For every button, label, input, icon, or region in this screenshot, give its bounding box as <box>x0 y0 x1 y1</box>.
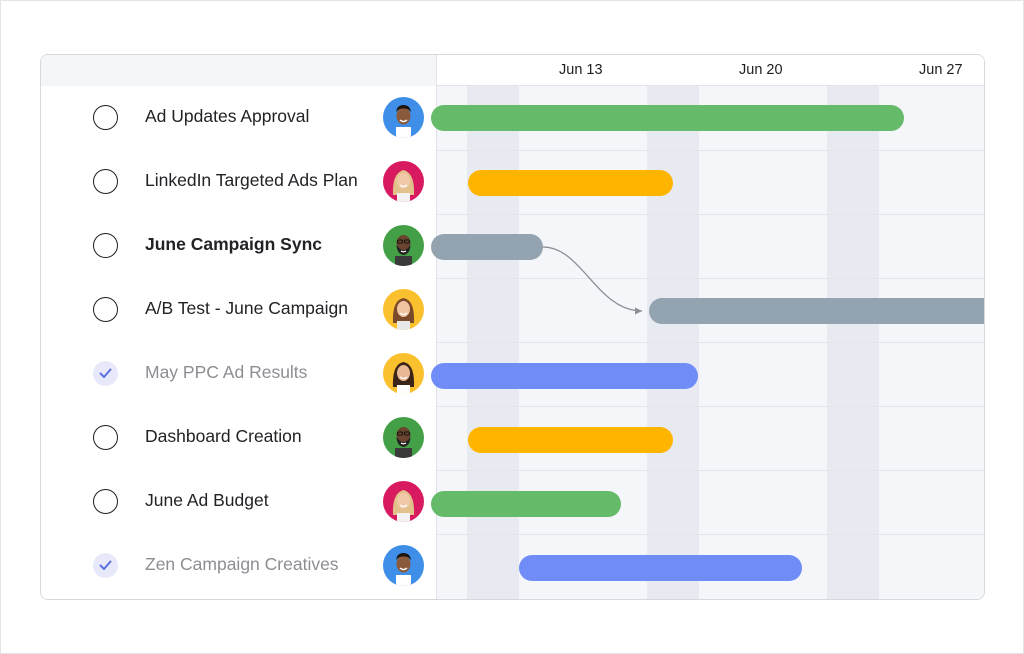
task-row[interactable]: Ad Updates Approval <box>41 86 436 150</box>
task-row[interactable]: June Campaign Sync <box>41 214 436 278</box>
task-row[interactable]: June Ad Budget <box>41 470 436 534</box>
task-list-pane: Ad Updates Approval LinkedIn Targeted Ad… <box>41 55 436 599</box>
avatar-man-bearded-icon <box>383 417 424 458</box>
assignee-avatar[interactable] <box>383 289 424 330</box>
checkmark-icon <box>99 560 112 570</box>
task-list-header <box>41 55 436 86</box>
task-checkbox[interactable] <box>93 105 118 130</box>
avatar-woman-blonde-icon <box>383 481 424 522</box>
task-name[interactable]: June Campaign Sync <box>145 234 322 255</box>
assignee-avatar[interactable] <box>383 225 424 266</box>
task-name[interactable]: Dashboard Creation <box>145 426 302 447</box>
assignee-avatar[interactable] <box>383 545 424 586</box>
task-checkbox-checked[interactable] <box>93 361 118 386</box>
task-name[interactable]: June Ad Budget <box>145 490 269 511</box>
task-row[interactable]: Zen Campaign Creatives <box>41 534 436 598</box>
timeline-pane: Jun 13 Jun 20 Jun 27 <box>431 55 985 599</box>
task-name[interactable]: Ad Updates Approval <box>145 106 309 127</box>
arrowhead-icon <box>635 307 642 315</box>
task-row[interactable]: LinkedIn Targeted Ads Plan <box>41 150 436 214</box>
task-row[interactable]: Dashboard Creation <box>41 406 436 470</box>
avatar-man-bearded-icon <box>383 225 424 266</box>
gantt-card: Ad Updates Approval LinkedIn Targeted Ad… <box>40 54 985 600</box>
avatar-man-dark-hair-icon <box>383 545 424 586</box>
task-row[interactable]: May PPC Ad Results <box>41 342 436 406</box>
checkmark-icon <box>99 368 112 378</box>
task-name[interactable]: Zen Campaign Creatives <box>145 554 339 575</box>
task-name[interactable]: May PPC Ad Results <box>145 362 307 383</box>
avatar-man-dark-hair-icon <box>383 97 424 138</box>
assignee-avatar[interactable] <box>383 97 424 138</box>
assignee-avatar[interactable] <box>383 161 424 202</box>
avatar-woman-blonde-icon <box>383 161 424 202</box>
task-name[interactable]: A/B Test - June Campaign <box>145 298 348 319</box>
dependency-arrow[interactable] <box>437 55 985 599</box>
task-checkbox-checked[interactable] <box>93 553 118 578</box>
task-checkbox[interactable] <box>93 425 118 450</box>
avatar-woman-dark-hair-icon <box>383 353 424 394</box>
assignee-avatar[interactable] <box>383 353 424 394</box>
assignee-avatar[interactable] <box>383 417 424 458</box>
assignee-avatar[interactable] <box>383 481 424 522</box>
avatar-woman-brown-hair-icon <box>383 289 424 330</box>
task-row[interactable]: A/B Test - June Campaign <box>41 278 436 342</box>
task-checkbox[interactable] <box>93 233 118 258</box>
task-checkbox[interactable] <box>93 297 118 322</box>
task-name[interactable]: LinkedIn Targeted Ads Plan <box>145 170 358 191</box>
task-checkbox[interactable] <box>93 169 118 194</box>
task-checkbox[interactable] <box>93 489 118 514</box>
